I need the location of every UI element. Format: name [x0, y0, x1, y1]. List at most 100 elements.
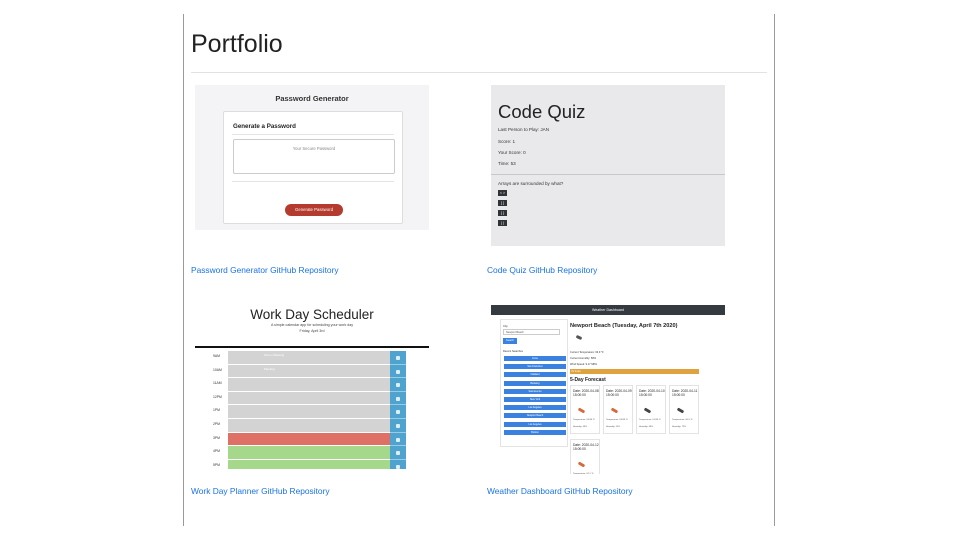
cq-your-score: Your Score: 0 — [498, 150, 526, 155]
save-icon — [396, 424, 400, 428]
cq-time: Time: 53 — [498, 161, 516, 166]
wx-forecast-card: Date: 2020-04-09 15:00:00 Temperature: 63… — [603, 385, 633, 434]
save-icon — [396, 356, 400, 360]
save-button — [390, 419, 406, 433]
wx-forecast-humidity: Humidity: 48% — [573, 426, 588, 428]
time-block-row: 12PM — [195, 391, 429, 406]
time-block-text — [228, 432, 390, 447]
work-day-scheduler-preview[interactable]: Work Day Scheduler A simple calendar app… — [195, 305, 429, 469]
wx-recent-label: Recent Searches — [503, 350, 523, 353]
time-block-hour: 12PM — [213, 394, 222, 399]
wx-history-button: Newport Beach — [504, 413, 566, 419]
weather-dashboard-repo-link[interactable]: Weather Dashboard GitHub Repository — [487, 486, 633, 496]
right-border — [774, 14, 775, 526]
cq-heading: Code Quiz — [498, 101, 586, 122]
wx-forecast-humidity: Humidity: 68% — [639, 426, 654, 428]
wx-forecast-date: Date: 2020-04-11 15:00:00 — [672, 389, 698, 397]
cq-answer-button: [ ] — [498, 200, 507, 206]
save-button — [390, 459, 406, 469]
save-icon — [396, 451, 400, 456]
cq-last-person: Last Person to Play: JAN — [498, 127, 550, 132]
time-block-row: 3PM — [195, 432, 429, 447]
divider — [232, 134, 394, 135]
weather-icon — [677, 408, 686, 414]
pg-heading: Password Generator — [275, 94, 349, 103]
wx-forecast-title: 5-Day Forecast — [570, 377, 606, 383]
password-generator-repo-link[interactable]: Password Generator GitHub Repository — [191, 265, 339, 275]
time-block-row: 9AM Scrum Meeting — [195, 351, 429, 365]
time-block-hour: 9AM — [213, 354, 220, 358]
time-block-text — [228, 405, 390, 419]
time-block-text — [228, 459, 390, 469]
wx-wind-speed: Wind Speed: 9.17 MPH — [570, 363, 598, 366]
divider — [232, 181, 394, 182]
time-block-event: Scrum Meeting — [264, 353, 285, 357]
weather-icon — [644, 408, 653, 414]
wx-forecast-card: Date: 2020-04-10 15:00:00 Temperature: 61… — [636, 385, 666, 434]
time-block-row: 1PM — [195, 405, 429, 419]
wx-forecast-date: Date: 2020-04-08 15:00:00 — [573, 389, 599, 397]
time-block-row: 5PM — [195, 459, 429, 469]
time-block-hour: 3PM — [213, 435, 220, 440]
time-block-row: 11AM — [195, 378, 429, 392]
wx-history-button: Sacramento — [504, 388, 566, 394]
wx-forecast-temp: Temperature: 60.5 °F — [672, 419, 693, 421]
wx-topbar: Weather Dashboard — [491, 305, 725, 315]
wx-forecast-temp: Temperature: 62.1 °F — [573, 473, 594, 474]
weather-icon — [578, 408, 587, 414]
wx-forecast-temp: Temperature: 61.88 °F — [639, 419, 661, 421]
time-block-text: Meeting — [228, 364, 390, 379]
time-block-row: 2PM — [195, 419, 429, 433]
code-quiz-preview[interactable]: Code Quiz Last Person to Play: JAN Score… — [491, 85, 725, 246]
save-icon — [396, 383, 400, 388]
wx-current-humidity: Current Humidity: 58% — [570, 357, 597, 360]
time-block-hour: 2PM — [213, 422, 220, 426]
wx-uv-label: UV Index — [571, 370, 581, 373]
wx-city-input: Newport Beach — [503, 329, 560, 335]
wd-subtitle: A simple calendar app for scheduling you… — [270, 323, 354, 327]
divider — [491, 174, 725, 175]
pg-password-textarea: Your Secure Password — [233, 139, 395, 174]
wx-forecast-temp: Temperature: 63.88 °F — [573, 419, 595, 421]
password-generator-preview[interactable]: Password Generator Generate a Password Y… — [195, 85, 429, 230]
cq-answer-button: ( ) — [498, 220, 507, 226]
save-icon — [396, 396, 400, 401]
save-button — [390, 351, 406, 365]
wx-forecast-date: Date: 2020-04-10 15:00:00 — [639, 389, 665, 397]
wx-history-button: New York — [504, 397, 566, 402]
time-block-hour: 10AM — [213, 367, 222, 372]
wx-current-temp: Current Temperature: 63.9 °F — [570, 351, 604, 354]
time-block-hour: 5PM — [213, 462, 220, 467]
wx-forecast-temp: Temperature: 63.88 °F — [606, 419, 628, 421]
save-icon — [396, 369, 400, 374]
wx-forecast-humidity: Humidity: 73% — [672, 426, 687, 428]
time-block-text — [228, 419, 390, 433]
title-divider — [191, 72, 767, 73]
time-block-hour: 4PM — [213, 449, 220, 454]
time-block-row: 4PM — [195, 446, 429, 460]
wx-history-button: Irvine — [504, 356, 566, 361]
time-block-event: Meeting — [264, 366, 275, 371]
wx-forecast-humidity: Humidity: 55% — [606, 426, 621, 428]
time-block-hour: 1PM — [213, 408, 220, 413]
wx-forecast-card: Date: 2020-04-12 15:00:00 Temperature: 62… — [570, 439, 600, 474]
cq-question: Arrays are surrounded by what? — [498, 181, 564, 186]
work-day-planner-repo-link[interactable]: Work Day Planner GitHub Repository — [191, 486, 330, 496]
save-button — [390, 432, 406, 447]
save-icon — [396, 437, 400, 442]
wd-date: Friday, April 3rd — [299, 329, 325, 333]
portfolio-page: Portfolio Password Generator Generate a … — [0, 0, 956, 538]
time-block-text: Scrum Meeting — [228, 351, 390, 365]
cq-answer-button: { } — [498, 210, 507, 216]
code-quiz-repo-link[interactable]: Code Quiz GitHub Repository — [487, 265, 597, 275]
pg-generate-button: Generate Password — [285, 204, 343, 216]
weather-dashboard-preview[interactable]: Weather Dashboard City Newport Beach Sea… — [491, 305, 725, 474]
time-block-text — [228, 446, 390, 460]
wx-forecast-date: Date: 2020-04-09 15:00:00 — [606, 389, 632, 397]
cloud-icon — [575, 335, 584, 341]
wx-city-heading: Newport Beach (Tuesday, April 7th 2020) — [570, 323, 678, 329]
cq-score: Score: 1 — [498, 139, 516, 144]
time-block-hour: 11AM — [213, 381, 222, 386]
time-block-row: 10AM Meeting — [195, 364, 429, 379]
left-border — [183, 14, 184, 526]
